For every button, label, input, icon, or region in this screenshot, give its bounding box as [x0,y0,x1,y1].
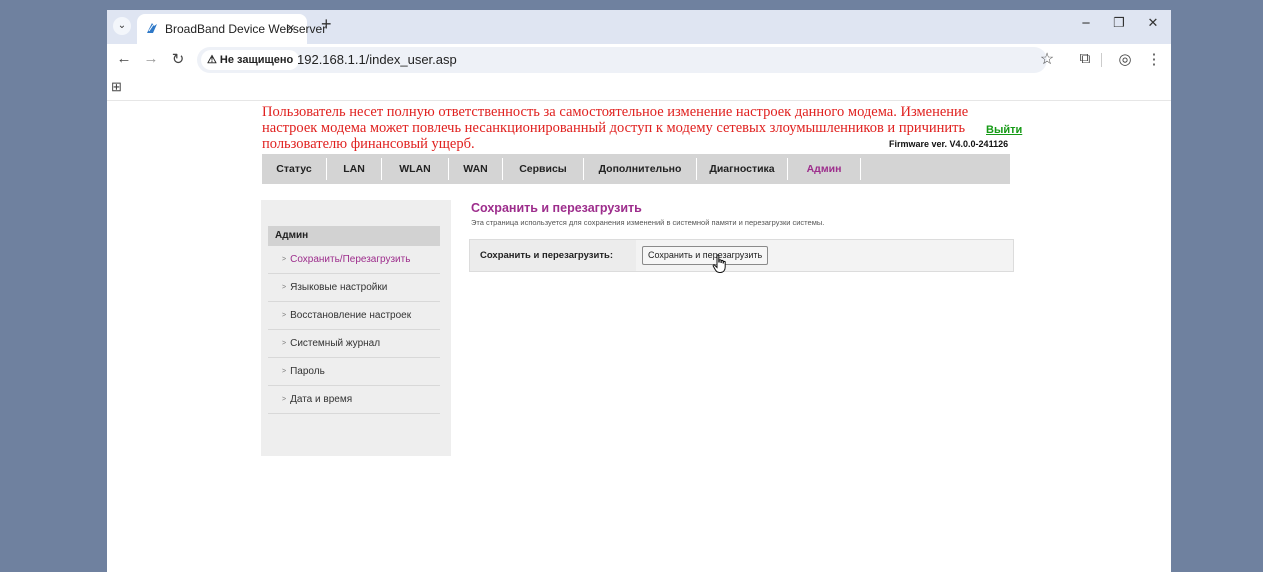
profile-icon[interactable]: ◎ [1116,50,1134,68]
sidebar-title: Админ [268,226,440,246]
address-bar[interactable]: ⚠ Не защищено 192.168.1.1/index_user.asp [197,47,1047,73]
bullet-icon: > [282,368,287,375]
sidebar-item-restore[interactable]: > Восстановление настроек [268,302,440,330]
tab-close-icon[interactable]: × [287,20,295,35]
menu-item-advanced[interactable]: Дополнительно [584,154,696,184]
browser-toolbar: ← → ↻ ⚠ Не защищено 192.168.1.1/index_us… [107,44,1171,76]
admin-sidebar: Админ > Сохранить/Перезагрузить > Языковые… [261,200,451,456]
toolbar-divider [1101,53,1102,67]
menu-item-wlan[interactable]: WLAN [382,154,448,184]
site-favicon-icon [147,23,157,33]
browser-menu-icon[interactable]: ⋮ [1145,50,1163,68]
sidebar-item-syslog[interactable]: > Системный журнал [268,330,440,358]
close-window-icon[interactable]: ✕ [1143,15,1163,31]
security-warning-chip[interactable]: ⚠ Не защищено [201,50,300,70]
form-label: Сохранить и перезагрузить: [470,240,636,271]
sidebar-item-label: Системный журнал [290,338,381,349]
logout-link[interactable]: Выйти [986,124,1022,136]
minimize-icon[interactable]: − [1076,15,1096,32]
browser-window: ⌄ BroadBand Device Webserver × + − ❐ ✕ ←… [107,10,1171,572]
bullet-icon: > [282,284,287,291]
save-reboot-button[interactable]: Сохранить и перезагрузить [642,246,769,265]
reload-icon[interactable]: ↻ [169,50,187,68]
sidebar-item-save-reboot[interactable]: > Сохранить/Перезагрузить [268,246,440,274]
sidebar-item-label: Пароль [290,366,325,377]
menu-item-lan[interactable]: LAN [327,154,381,184]
restore-icon[interactable]: ❐ [1109,15,1129,31]
hand-cursor-icon [712,254,726,273]
tab-list-button[interactable]: ⌄ [113,17,131,35]
bookmarks-bar: ⊞ [107,76,1171,101]
firmware-version: Firmware ver. V4.0.0-241126 [889,139,1009,149]
new-tab-button[interactable]: + [321,14,332,35]
bullet-icon: > [282,396,287,403]
responsibility-warning: Пользователь несет полную ответственност… [262,104,969,152]
sidebar-item-language[interactable]: > Языковые настройки [268,274,440,302]
sidebar-item-label: Языковые настройки [290,282,388,293]
browser-titlebar: ⌄ BroadBand Device Webserver × + − ❐ ✕ [107,10,1171,44]
page-description: Эта страница используется для сохранения… [471,218,825,227]
menu-item-status[interactable]: Статус [262,154,326,184]
router-page: Пользователь несет полную ответственност… [107,101,1171,572]
bullet-icon: > [282,256,287,263]
main-menu: Статус LAN WLAN WAN Сервисы Дополнительн… [262,154,1010,184]
menu-item-diagnostics[interactable]: Диагностика [697,154,787,184]
extensions-icon[interactable]: ⧉ [1076,50,1094,67]
bullet-icon: > [282,312,287,319]
sidebar-item-label: Сохранить/Перезагрузить [290,254,411,265]
bullet-icon: > [282,340,287,347]
sidebar-item-password[interactable]: > Пароль [268,358,440,386]
url-text[interactable]: 192.168.1.1/index_user.asp [297,52,457,67]
page-title: Сохранить и перезагрузить [471,201,642,215]
menu-item-services[interactable]: Сервисы [503,154,583,184]
apps-grid-icon[interactable]: ⊞ [111,79,122,95]
forward-icon[interactable]: → [142,50,160,67]
menu-item-wan[interactable]: WAN [449,154,502,184]
menu-separator [860,158,861,180]
menu-item-admin[interactable]: Админ [788,154,860,184]
tab-title: BroadBand Device Webserver [165,22,327,36]
bookmark-star-icon[interactable]: ☆ [1038,49,1056,69]
back-icon[interactable]: ← [115,50,133,67]
sidebar-item-datetime[interactable]: > Дата и время [268,386,440,414]
save-reboot-form: Сохранить и перезагрузить: Сохранить и п… [469,239,1014,272]
browser-tab[interactable]: BroadBand Device Webserver × [137,14,326,44]
sidebar-item-label: Дата и время [290,394,353,405]
sidebar-item-label: Восстановление настроек [290,310,412,321]
